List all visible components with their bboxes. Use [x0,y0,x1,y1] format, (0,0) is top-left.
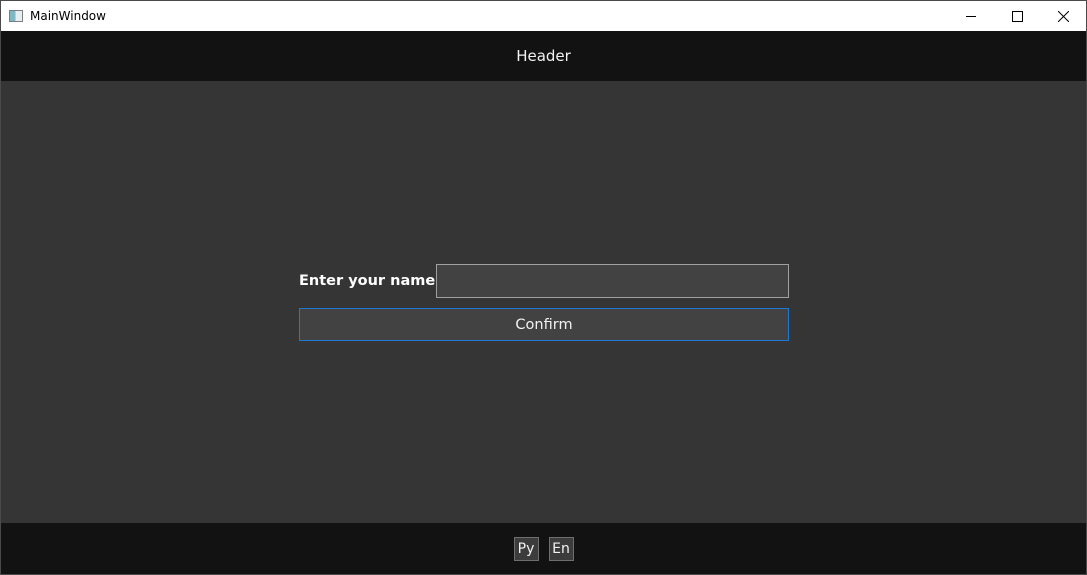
main-window: MainWindow Header Enter your name: Confi… [0,0,1087,575]
language-button-en[interactable]: En [548,536,574,561]
confirm-button[interactable]: Confirm [299,308,789,341]
maximize-button[interactable] [994,1,1040,31]
header-bar: Header [1,31,1086,81]
name-input[interactable] [436,264,789,298]
maximize-icon [1011,10,1023,22]
minimize-button[interactable] [948,1,994,31]
caption-buttons [948,1,1086,31]
close-icon [1057,10,1069,22]
language-button-py[interactable]: Py [513,536,539,561]
name-form: Enter your name: Confirm [299,264,789,341]
content-area: Enter your name: Confirm [1,81,1086,523]
name-row: Enter your name: [299,264,789,298]
name-label: Enter your name: [299,273,441,289]
footer-bar: Py En [1,523,1086,574]
app-icon [9,10,23,22]
window-title: MainWindow [30,9,106,23]
close-button[interactable] [1040,1,1086,31]
minimize-icon [965,15,976,17]
header-title: Header [516,47,571,65]
title-bar[interactable]: MainWindow [1,1,1086,31]
